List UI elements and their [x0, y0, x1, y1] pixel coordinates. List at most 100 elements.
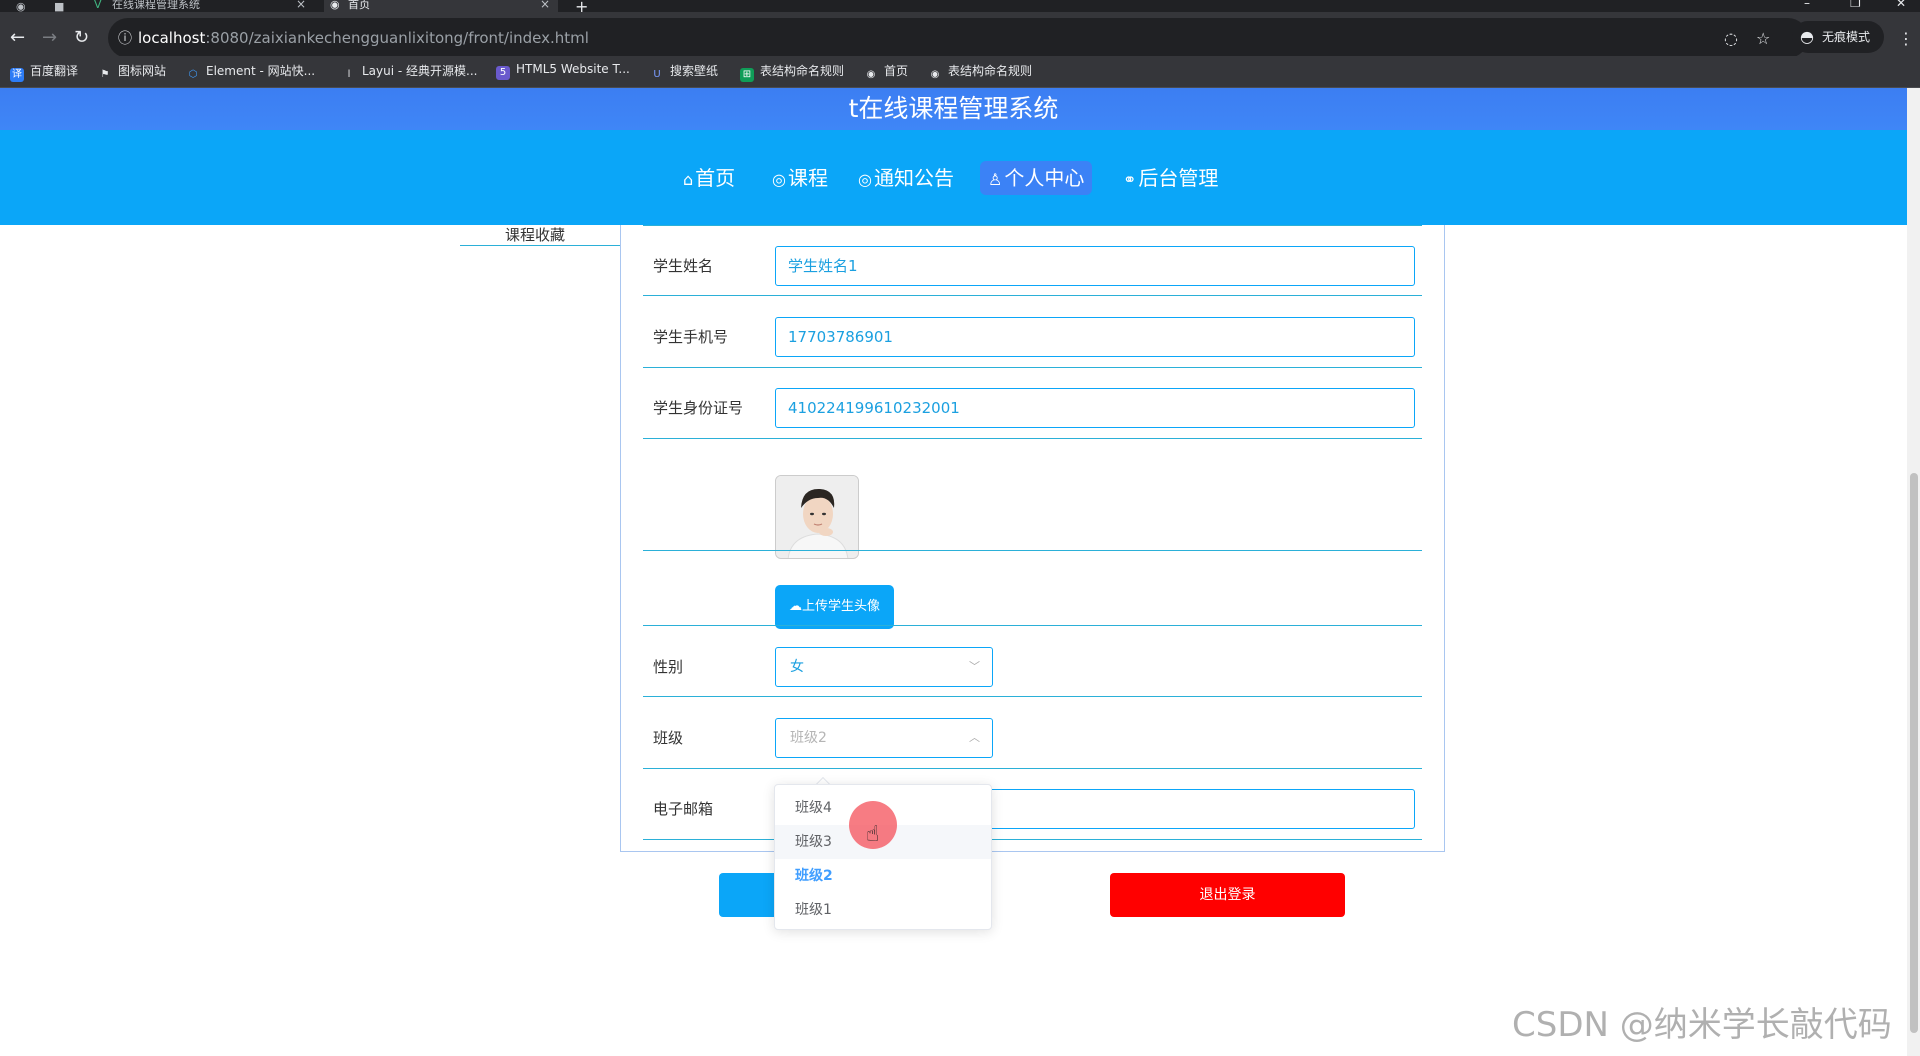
bookmark-label: 图标网站: [118, 64, 167, 78]
bookmark-item[interactable]: l Layui - 经典开源模...: [342, 62, 478, 82]
logout-button[interactable]: 退出登录: [1110, 873, 1345, 917]
upload-avatar-button[interactable]: ☁上传学生头像: [775, 585, 894, 629]
class-select[interactable]: 班级2 ︿: [775, 718, 993, 758]
email-label: 电子邮箱: [653, 800, 714, 818]
close-icon[interactable]: ×: [296, 0, 306, 10]
globe-icon: ◉: [866, 69, 876, 80]
student-id-card-input[interactable]: 410224199610232001: [775, 388, 1415, 428]
page-viewport: t在线课程管理系统 ⌂ 首页 ◎ 课程 ◎ 通知公告 ♙ 个人中心 ⚭ 后台管理 课程收藏…: [0, 88, 1920, 1056]
bookmark-label: Element - 网站快...: [206, 64, 316, 78]
browser-tab-strip: ◉ ■ V 在线课程管理系统 × ◉ 首页 × + – ❐ ✕: [0, 0, 1920, 16]
star-icon[interactable]: ☆: [1756, 29, 1770, 48]
url-text: localhost:8080/zaixiankechengguanlixiton…: [138, 29, 589, 47]
row-divider: [643, 225, 1422, 226]
nav-label: 通知公告: [873, 166, 954, 190]
hand-cursor-icon: ☝: [866, 822, 880, 847]
url-path: :8080/zaixiankechengguanlixitong/front/i…: [205, 29, 589, 47]
site-title: t在线课程管理系统: [0, 88, 1907, 130]
element-icon: ⬡: [188, 69, 198, 80]
student-name-label: 学生姓名: [653, 257, 714, 275]
row-divider: [643, 696, 1422, 697]
incognito-badge[interactable]: ◓ 无痕模式: [1792, 21, 1884, 53]
forward-icon[interactable]: →: [42, 27, 57, 48]
bookmark-item[interactable]: U 搜索壁纸: [650, 62, 718, 82]
row-divider: [643, 839, 1422, 840]
bookmark-item[interactable]: ⬡ Element - 网站快...: [186, 62, 315, 82]
tracking-blocked-icon[interactable]: ◌: [1724, 29, 1738, 48]
chevron-up-icon: ︿: [969, 731, 980, 744]
watermark: CSDN @纳米学长敲代码: [1512, 1005, 1892, 1045]
url-field[interactable]: ⓘ localhost:8080/zaixiankechengguanlixit…: [108, 18, 1808, 58]
nav-label: 个人中心: [1004, 166, 1085, 190]
window-close-icon[interactable]: ✕: [1896, 0, 1906, 10]
maximize-icon[interactable]: ❐: [1850, 0, 1861, 10]
bookmark-item[interactable]: ◉ 表结构命名规则: [928, 62, 1032, 82]
menu-icon[interactable]: ⋮: [1898, 29, 1914, 48]
browser-tab[interactable]: V 在线课程管理系统 ×: [88, 0, 314, 12]
row-divider: [643, 367, 1422, 368]
bookmark-label: 表结构命名规则: [760, 64, 845, 78]
bookmark-label: HTML5 Website T...: [516, 62, 630, 76]
bookmark-item[interactable]: 5 HTML5 Website T...: [496, 62, 630, 80]
flag-icon: ⚑: [100, 69, 110, 80]
scrollbar-thumb[interactable]: [1910, 473, 1918, 1033]
student-name-input[interactable]: 学生姓名1: [775, 246, 1415, 286]
tab-title: 在线课程管理系统: [112, 0, 200, 11]
avatar-photo: [776, 476, 858, 558]
minimize-icon[interactable]: –: [1804, 0, 1810, 10]
layui-icon: l: [347, 69, 351, 80]
gender-value: 女: [790, 659, 804, 675]
bookmark-label: Layui - 经典开源模...: [362, 64, 478, 78]
nav-item-home[interactable]: ⌂ 首页: [675, 161, 743, 195]
student-avatar[interactable]: [775, 475, 859, 559]
bookmark-item[interactable]: 译百度翻译: [10, 62, 78, 82]
nav-item-course[interactable]: ◎ 课程: [764, 161, 836, 195]
class-option-selected[interactable]: 班级2: [775, 859, 991, 893]
row-divider: [643, 625, 1422, 626]
nav-label: 首页: [695, 166, 736, 190]
page-scrollbar[interactable]: [1907, 88, 1920, 1056]
row-divider: [643, 550, 1422, 551]
home-icon: ⌂: [683, 170, 694, 189]
main-nav: ⌂ 首页 ◎ 课程 ◎ 通知公告 ♙ 个人中心 ⚭ 后台管理: [0, 130, 1907, 225]
nav-item-personal-center[interactable]: ♙ 个人中心: [980, 161, 1093, 195]
bookmark-label: 百度翻译: [30, 64, 79, 78]
nav-label: 后台管理: [1138, 166, 1219, 190]
bookmark-label: 搜索壁纸: [670, 64, 719, 78]
nav-label: 课程: [787, 166, 828, 190]
url-host: localhost: [138, 29, 206, 47]
user-icon: ♙: [988, 170, 1003, 189]
chevron-down-icon: ﹀: [969, 660, 980, 673]
bookmarks-bar: 译百度翻译 ⚑ 图标网站 ⬡ Element - 网站快... l Layui - 经…: [0, 56, 1920, 88]
reload-icon[interactable]: ↻: [74, 27, 89, 48]
close-icon[interactable]: ×: [540, 0, 550, 10]
sidebar-divider: [460, 245, 620, 246]
upload-avatar-label: 上传学生头像: [801, 599, 880, 614]
class-option[interactable]: 班级1: [775, 893, 991, 927]
student-phone-input[interactable]: 17703786901: [775, 317, 1415, 357]
baidu-translate-icon: 译: [10, 68, 24, 82]
gender-select[interactable]: 女 ﹀: [775, 647, 993, 687]
nav-item-admin[interactable]: ⚭ 后台管理: [1115, 161, 1226, 195]
course-icon: ◎: [772, 170, 786, 189]
bookmark-label: 表结构命名规则: [948, 64, 1033, 78]
tab-title: 首页: [348, 0, 370, 11]
class-label: 班级: [653, 729, 684, 747]
student-phone-label: 学生手机号: [653, 328, 729, 346]
nav-item-notice[interactable]: ◎ 通知公告: [850, 161, 962, 195]
student-id-card-label: 学生身份证号: [653, 399, 744, 417]
bookmark-item[interactable]: ⊞ 表结构命名规则: [740, 62, 844, 82]
browser-tab-active[interactable]: ◉ 首页 ×: [324, 0, 558, 12]
bookmark-item[interactable]: ⚑ 图标网站: [98, 62, 167, 82]
incognito-icon: ◓: [1800, 27, 1814, 46]
back-icon[interactable]: ←: [10, 27, 25, 48]
sidebar-item-course-collect[interactable]: 课程收藏: [505, 224, 565, 245]
sheet-icon: ⊞: [740, 68, 754, 82]
row-divider: [643, 438, 1422, 439]
globe-icon: ◉: [930, 69, 940, 80]
bookmark-item[interactable]: ◉ 首页: [864, 62, 908, 82]
row-divider: [643, 768, 1422, 769]
info-icon[interactable]: ⓘ: [118, 28, 132, 48]
profile-form: 学生姓名 学生姓名1 学生手机号 17703786901 学生身份证号 4102…: [620, 225, 1445, 852]
incognito-label: 无痕模式: [1822, 30, 1871, 44]
